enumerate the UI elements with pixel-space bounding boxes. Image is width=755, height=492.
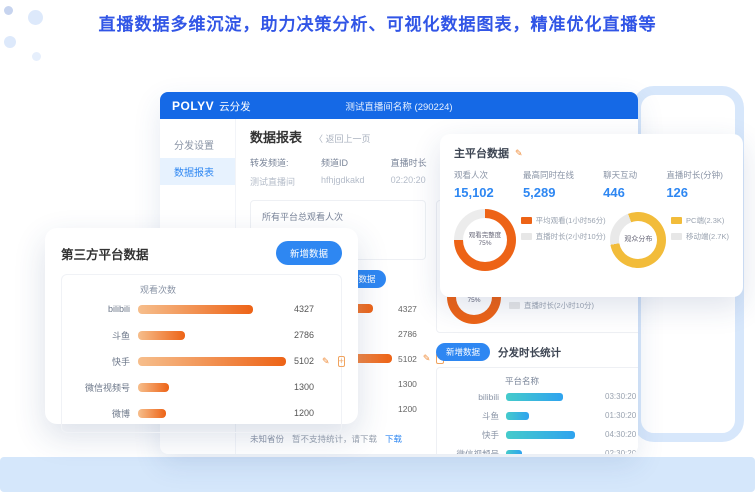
- breadcrumb[interactable]: 〈 返回上一页: [314, 132, 371, 145]
- decorative-band: [0, 457, 755, 492]
- teal-bar: [506, 393, 563, 401]
- page-headline: 直播数据多维沉淀，助力决策分析、可视化数据图表，精准优化直播等: [0, 10, 755, 35]
- legend-swatch: [509, 302, 520, 309]
- bar-row: 微信视频号 02:30:20: [447, 444, 636, 454]
- orange-bar: [138, 409, 166, 418]
- stat-peak-online: 最高同时在线 5,289: [523, 169, 574, 200]
- orange-bar: [138, 357, 286, 366]
- edit-icon[interactable]: [322, 356, 330, 367]
- orange-bar: [138, 331, 185, 340]
- third-party-card: 第三方平台数据 新增数据 观看次数 bilibili 4327 斗鱼: [45, 228, 358, 424]
- app-header: POLYV云分发 测试直播间名称 (290224): [160, 92, 638, 119]
- completion-donut-chart: 观看完整度 75%: [454, 209, 516, 271]
- bar-row: 微博 1200: [74, 400, 329, 426]
- completion-legend: 平均观看(1小时56分) 直播时长(2小时10分): [521, 215, 606, 242]
- teal-bar: [506, 450, 522, 455]
- info-field-duration: 直播时长 02:20:20: [391, 156, 427, 192]
- sidebar-item-data-report[interactable]: 数据报表: [160, 158, 235, 185]
- stat-duration-minutes: 直播时长(分钟) 126: [666, 169, 723, 200]
- main-platform-card: 主平台数据 观看人次 15,102 最高同时在线 5,289 聊天互动 446 …: [440, 134, 743, 297]
- window-title: 测试直播间名称 (290224): [160, 99, 638, 113]
- add-record-icon[interactable]: [338, 356, 345, 367]
- views-bar-chart-panel: 观看次数 bilibili 4327 斗鱼 2786: [61, 274, 342, 433]
- legend-swatch: [521, 217, 532, 224]
- bar-row: 斗鱼 01:30:20: [447, 406, 636, 425]
- chart-footer-note: 未知省份 暂不支持统计，请下载 下载: [250, 433, 426, 445]
- decorative-dot: [4, 36, 16, 48]
- audience-legend: PC端(2.3K) 移动端(2.7K): [671, 215, 729, 242]
- bar-row: 微信视频号 1300: [74, 374, 329, 400]
- bar-row: 快手 04:30:20: [447, 425, 636, 444]
- bar-row: 快手 5102: [74, 348, 329, 374]
- page-title: 数据报表: [250, 127, 302, 146]
- legend-swatch: [671, 233, 682, 240]
- page: 直播数据多维沉淀，助力决策分析、可视化数据图表，精准优化直播等 POLYV云分发…: [0, 0, 755, 492]
- views-bar-chart: bilibili 4327 斗鱼 2786: [74, 296, 329, 426]
- stat-chat-interactions: 聊天互动 446: [603, 169, 637, 200]
- decorative-dot: [32, 52, 41, 61]
- distribution-duration-panel: 平台名称 bilibili 03:30:20: [436, 367, 638, 454]
- distribution-section-header: 新增数据 分发时长统计: [436, 343, 638, 361]
- edit-icon[interactable]: [515, 148, 523, 159]
- stat-views: 观看人次 15,102: [454, 169, 494, 200]
- orange-bar: [138, 305, 253, 314]
- add-data-button[interactable]: 新增数据: [436, 343, 490, 361]
- edit-icon[interactable]: [423, 353, 431, 364]
- duration-bar-chart: bilibili 03:30:20 斗鱼 01:30:20: [447, 387, 636, 454]
- orange-bar: [138, 383, 169, 392]
- download-link[interactable]: 下载: [385, 433, 402, 445]
- legend-swatch: [671, 217, 682, 224]
- bar-row: bilibili 03:30:20: [447, 387, 636, 406]
- info-field-channel: 转发频道: 测试直播间: [250, 156, 295, 192]
- add-data-button[interactable]: 新增数据: [276, 241, 342, 265]
- sidebar-item-distribution-settings[interactable]: 分发设置: [160, 131, 235, 158]
- legend-swatch: [521, 233, 532, 240]
- bar-row: 斗鱼 2786: [74, 322, 329, 348]
- bar-row: bilibili 4327: [74, 296, 329, 322]
- teal-bar: [506, 431, 575, 439]
- info-field-channel-id: 频道ID hfhjgdkakd: [321, 156, 365, 192]
- teal-bar: [506, 412, 529, 420]
- audience-donut-chart: 观众分布: [610, 212, 666, 268]
